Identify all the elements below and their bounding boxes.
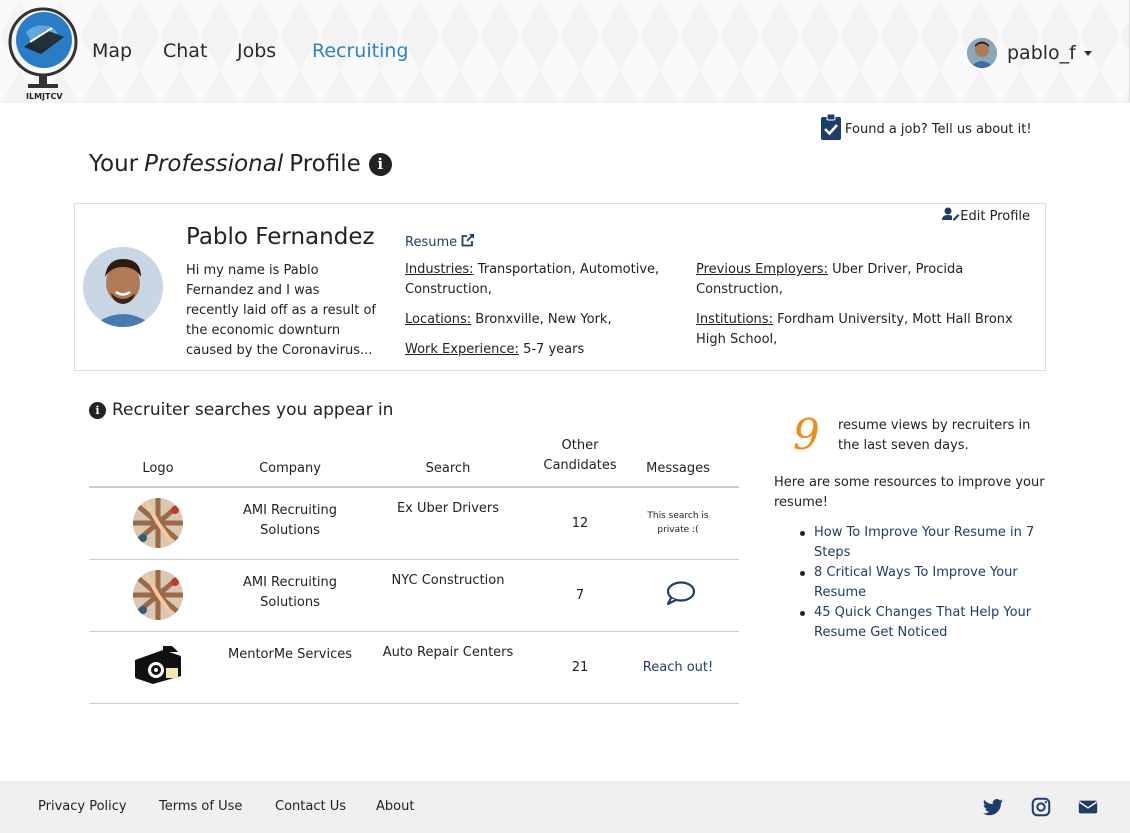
footer-terms-link[interactable]: Terms of Use — [159, 799, 242, 814]
list-item: 8 Critical Ways To Improve Your Resume — [796, 563, 1046, 603]
experience-field: Work Experience: 5-7 years — [405, 340, 675, 360]
row-search[interactable]: Ex Uber Drivers — [353, 487, 543, 560]
locations-label: Locations: — [405, 312, 472, 327]
employers-field: Previous Employers: Uber Driver, Procida… — [696, 260, 996, 300]
profile-bio: Hi my name is Pablo Fernandez and I was … — [186, 263, 376, 358]
nav-recruiting[interactable]: Recruiting — [312, 40, 408, 62]
footer: Privacy Policy Terms of Use Contact Us A… — [0, 781, 1130, 833]
row-candidates: 21 — [543, 631, 617, 704]
found-job-link[interactable]: Found a job? Tell us about it! — [820, 113, 1032, 145]
external-link-icon — [461, 233, 475, 251]
nav-map[interactable]: Map — [92, 40, 132, 62]
brand-name: ILMJTCV — [26, 92, 63, 101]
table-row: AMI Recruiting Solutions Ex Uber Drivers… — [89, 487, 739, 560]
experience-value: 5-7 years — [523, 342, 585, 357]
industries-label: Industries: — [405, 262, 474, 277]
chat-bubble-icon[interactable] — [660, 581, 696, 609]
col-messages: Messages — [617, 436, 739, 488]
user-avatar — [967, 38, 997, 68]
experience-label: Work Experience: — [405, 342, 519, 357]
resources-intro: Here are some resources to improve your … — [774, 475, 1045, 510]
reach-out-link[interactable]: Reach out! — [643, 660, 713, 675]
resume-link[interactable]: Resume — [405, 233, 475, 251]
col-logo: Logo — [89, 436, 227, 488]
private-message-text: This search is private :( — [647, 511, 709, 536]
page-title-em: Professional — [144, 151, 284, 177]
views-count: 9 — [793, 410, 820, 459]
page-title: Your Professional Profile i — [89, 151, 392, 177]
email-icon[interactable] — [1077, 796, 1099, 818]
table-header-row: Logo Company Search Other Candidates Mes… — [89, 436, 739, 488]
row-candidates: 12 — [543, 487, 617, 560]
twitter-icon[interactable] — [982, 796, 1004, 818]
locations-field: Locations: Bronxville, New York, — [405, 310, 675, 330]
row-company[interactable]: AMI Recruiting Solutions — [227, 559, 353, 632]
username: pablo_f — [1007, 42, 1076, 64]
found-job-text: Found a job? Tell us about it! — [845, 121, 1032, 137]
col-company: Company — [227, 436, 353, 488]
row-search[interactable]: Auto Repair Centers — [353, 631, 543, 704]
list-item: How To Improve Your Resume in 7 Steps — [796, 523, 1046, 563]
row-search[interactable]: NYC Construction — [353, 559, 543, 632]
footer-about-link[interactable]: About — [376, 799, 414, 814]
table-row: AMI Recruiting Solutions NYC Constructio… — [89, 559, 739, 632]
footer-privacy-link[interactable]: Privacy Policy — [38, 799, 127, 814]
searches-table: Logo Company Search Other Candidates Mes… — [89, 436, 739, 704]
list-item: 45 Quick Changes That Help Your Resume G… — [796, 603, 1046, 643]
profile-name: Pablo Fernandez — [186, 224, 375, 250]
locations-value: Bronxville, New York, — [475, 312, 612, 327]
page-title-pre: Your — [89, 151, 139, 177]
row-message: Reach out! — [617, 631, 739, 704]
profile-card: Edit Profile Pablo Fernandez Hi my name … — [74, 203, 1046, 371]
resource-link[interactable]: How To Improve Your Resume in 7 Steps — [814, 525, 1034, 560]
col-candidates-line2: Candidates — [543, 458, 617, 473]
institutions-label: Institutions: — [696, 312, 773, 327]
col-search: Search — [353, 436, 543, 488]
edit-profile-button[interactable]: Edit Profile — [942, 207, 1030, 225]
row-message: This search is private :( — [617, 487, 739, 560]
institutions-field: Institutions: Fordham University, Mott H… — [696, 310, 1036, 350]
company-logo[interactable] — [133, 498, 183, 549]
searches-title: i Recruiter searches you appear in — [89, 400, 393, 420]
resources-list: How To Improve Your Resume in 7 Steps 8 … — [796, 523, 1046, 643]
company-logo[interactable] — [133, 642, 183, 692]
row-candidates: 7 — [543, 559, 617, 632]
instagram-icon[interactable] — [1030, 796, 1052, 818]
company-logo[interactable] — [133, 570, 183, 620]
row-company[interactable]: MentorMe Services — [227, 631, 353, 704]
views-text: resume views by recruiters in the last s… — [838, 418, 1031, 453]
col-candidates: Other Candidates — [543, 436, 617, 488]
footer-contact-link[interactable]: Contact Us — [275, 799, 346, 814]
resume-label: Resume — [405, 234, 458, 250]
navbar: ILMJTCV Map Chat Jobs Recruiting pablo_f — [0, 0, 1130, 103]
profile-avatar — [83, 247, 163, 327]
info-icon[interactable]: i — [368, 152, 392, 176]
row-logo-cell — [89, 487, 227, 560]
user-edit-icon — [942, 207, 960, 225]
caret-down-icon — [1083, 50, 1092, 56]
edit-profile-label: Edit Profile — [960, 208, 1030, 224]
user-menu[interactable]: pablo_f — [967, 38, 1092, 68]
clipboard-check-icon — [820, 113, 842, 145]
row-company[interactable]: AMI Recruiting Solutions — [227, 487, 353, 560]
col-candidates-line1: Other — [561, 438, 599, 453]
row-message — [617, 559, 739, 632]
resource-link[interactable]: 8 Critical Ways To Improve Your Resume — [814, 565, 1018, 600]
row-logo-cell — [89, 559, 227, 632]
nav-chat[interactable]: Chat — [163, 40, 207, 62]
table-row: MentorMe Services Auto Repair Centers 21… — [89, 631, 739, 704]
industries-field: Industries: Transportation, Automotive, … — [405, 260, 675, 300]
employers-label: Previous Employers: — [696, 262, 828, 277]
searches-title-text: Recruiter searches you appear in — [112, 400, 394, 420]
page-title-post: Profile — [289, 151, 361, 177]
row-logo-cell — [89, 631, 227, 704]
globe-logo[interactable] — [6, 2, 80, 102]
info-icon[interactable]: i — [89, 401, 106, 419]
resource-link[interactable]: 45 Quick Changes That Help Your Resume G… — [814, 605, 1031, 640]
nav-jobs[interactable]: Jobs — [237, 40, 276, 62]
